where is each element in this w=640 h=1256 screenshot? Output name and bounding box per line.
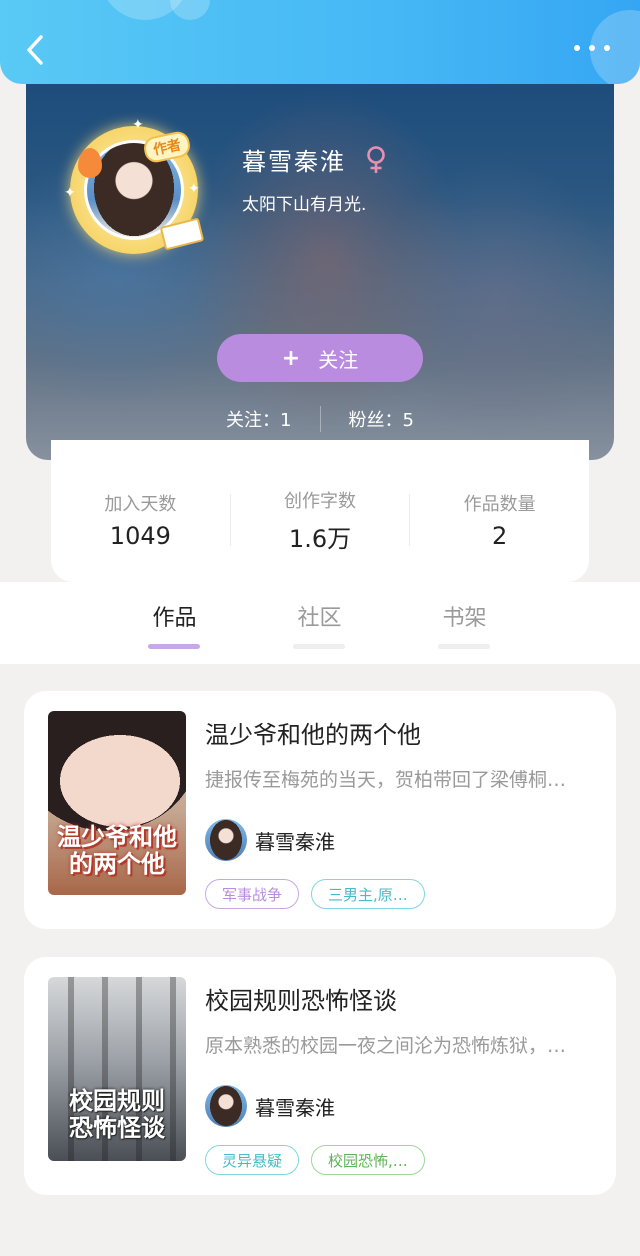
book-tags: 灵异悬疑 校园恐怖,… xyxy=(205,1145,425,1175)
tab-label: 作品 xyxy=(152,606,197,631)
book-card[interactable]: 校园规则 恐怖怪谈 校园规则恐怖怪谈 原本熟悉的校园一夜之间沦为恐怖炼狱，… 暮雪… xyxy=(24,957,616,1195)
stat-label: 创作字数 xyxy=(284,490,356,512)
top-nav-bar xyxy=(0,0,640,84)
stat-work-count: 作品数量 2 xyxy=(410,490,589,550)
tab-label: 书架 xyxy=(442,606,487,631)
book-cover: 温少爷和他 的两个他 xyxy=(48,711,186,895)
back-button[interactable] xyxy=(20,30,50,70)
book-cover: 校园规则 恐怖怪谈 xyxy=(48,977,186,1161)
follow-stats: 关注：1 粉丝：5 xyxy=(26,406,614,432)
profile-signature: 太阳下山有月光. xyxy=(242,195,367,215)
profile-name-row: 暮雪秦淮 xyxy=(242,142,388,177)
tabs-bar: 作品 社区 书架 xyxy=(0,582,640,664)
stat-join-days: 加入天数 1049 xyxy=(51,490,230,550)
book-description: 原本熟悉的校园一夜之间沦为恐怖炼狱，… xyxy=(205,1035,567,1057)
stat-word-count: 创作字数 1.6万 xyxy=(231,487,410,554)
sparkle-icon: ✦ xyxy=(188,181,200,197)
sparkle-icon: ✦ xyxy=(132,117,144,133)
tag[interactable]: 校园恐怖,… xyxy=(311,1145,425,1175)
author-stats-card: 加入天数 1049 创作字数 1.6万 作品数量 2 xyxy=(51,440,589,582)
more-button[interactable] xyxy=(574,40,610,56)
author-name: 暮雪秦淮 xyxy=(255,1095,335,1120)
avatar xyxy=(205,819,247,861)
more-dots-icon xyxy=(589,45,595,51)
tab-indicator xyxy=(293,644,345,649)
book-title: 校园规则恐怖怪谈 xyxy=(205,987,397,1015)
sparkle-icon: ✦ xyxy=(64,185,76,201)
stat-label: 加入天数 xyxy=(104,494,177,515)
more-dots-icon xyxy=(574,45,580,51)
decor-bubble xyxy=(170,0,210,20)
balloon-icon xyxy=(78,148,102,178)
book-tags: 军事战争 三男主,原… xyxy=(205,879,425,909)
stat-value: 1.6万 xyxy=(288,524,352,553)
profile-hero: 作者 ✦ ✦ ✦ 暮雪秦淮 太阳下山有月光. + 关注 关注：1 粉丝：5 xyxy=(26,60,614,460)
cover-title: 温少爷和他 的两个他 xyxy=(57,822,177,878)
book-author: 暮雪秦淮 xyxy=(205,1085,335,1127)
tag[interactable]: 三男主,原… xyxy=(311,879,425,909)
book-title: 温少爷和他的两个他 xyxy=(205,721,421,749)
book-author: 暮雪秦淮 xyxy=(205,819,335,861)
tab-indicator xyxy=(438,644,490,649)
stat-label: 作品数量 xyxy=(463,494,536,515)
more-dots-icon xyxy=(604,45,610,51)
stat-value: 1049 xyxy=(109,522,171,550)
tab-indicator xyxy=(148,644,200,649)
book-card[interactable]: 温少爷和他 的两个他 温少爷和他的两个他 捷报传至梅苑的当天，贺柏带回了梁傅桐… … xyxy=(24,691,616,929)
author-avatar[interactable]: 作者 ✦ ✦ ✦ xyxy=(64,118,205,254)
fans-count[interactable]: 粉丝：5 xyxy=(349,406,414,432)
cover-title: 校园规则 恐怖怪谈 xyxy=(69,1086,165,1142)
follow-button-label: 关注 xyxy=(318,347,359,372)
tag[interactable]: 灵异悬疑 xyxy=(205,1145,300,1175)
tab-bookshelf[interactable]: 书架 xyxy=(392,600,537,649)
follow-button[interactable]: + 关注 xyxy=(217,334,423,382)
chevron-left-icon xyxy=(27,35,43,65)
tag[interactable]: 军事战争 xyxy=(205,879,300,909)
tab-works[interactable]: 作品 xyxy=(102,600,247,649)
female-icon xyxy=(367,145,385,173)
tab-label: 社区 xyxy=(297,606,342,631)
plus-icon: + xyxy=(281,345,301,371)
author-name: 暮雪秦淮 xyxy=(255,829,335,854)
book-description: 捷报传至梅苑的当天，贺柏带回了梁傅桐… xyxy=(205,769,567,791)
avatar xyxy=(205,1085,247,1127)
stat-value: 2 xyxy=(492,522,508,550)
tab-community[interactable]: 社区 xyxy=(247,600,392,649)
profile-name: 暮雪秦淮 xyxy=(242,148,346,176)
divider xyxy=(319,406,321,432)
following-count[interactable]: 关注：1 xyxy=(226,406,291,432)
